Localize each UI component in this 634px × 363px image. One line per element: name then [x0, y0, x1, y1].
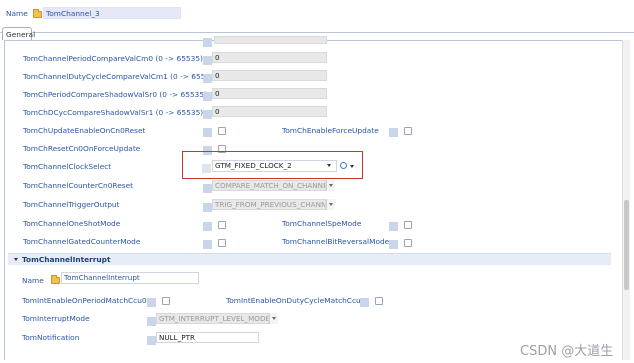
interrupt-section-title: TomChannelInterrupt	[22, 255, 111, 264]
interrupt-section-header[interactable]: TomChannelInterrupt	[8, 253, 611, 265]
chevron-down-icon[interactable]	[350, 165, 354, 168]
duty-cycle-cm1-label: TomChannelDutyCycleCompareValCm1 (0 -> 6…	[23, 72, 218, 81]
name-field[interactable]: TomChannel_3	[43, 7, 181, 19]
period-shadow-sr0-label: TomChPeriodCompareShadowValSr0 (0 -> 655…	[23, 90, 207, 99]
name-label: Name	[6, 9, 28, 18]
param-icon	[203, 92, 212, 101]
bit-reversal-label: TomChannelBitReversalMode	[282, 237, 390, 246]
interrupt-name-field[interactable]: TomChannelInterrupt	[61, 272, 199, 284]
param-icon	[389, 222, 398, 231]
period-match-label: TomIntEnableOnPeriodMatchCcu0	[22, 296, 147, 305]
trigger-output-dropdown[interactable]: TRIG_FROM_PREVIOUS_CHANNEL	[212, 199, 326, 210]
spe-mode-label: TomChannelSpeMode	[282, 219, 362, 228]
param-icon	[203, 240, 212, 249]
vertical-scrollbar[interactable]	[622, 40, 630, 360]
chevron-down-icon[interactable]	[326, 199, 335, 210]
duty-match-checkbox[interactable]	[375, 297, 383, 305]
param-icon	[202, 164, 211, 173]
counter-reset-dropdown[interactable]: COMPARE_MATCH_ON_CHANNEL	[212, 180, 326, 191]
link-icon[interactable]	[340, 162, 347, 169]
bit-reversal-checkbox[interactable]	[404, 239, 412, 247]
folder-icon	[51, 275, 60, 284]
scrollbar-thumb[interactable]	[624, 200, 629, 290]
force-update-checkbox[interactable]	[404, 127, 412, 135]
one-shot-label: TomChannelOneShotMode	[23, 219, 121, 228]
param-icon	[147, 336, 156, 345]
counter-reset-label: TomChannelCounterCn0Reset	[23, 181, 134, 190]
param-icon	[389, 128, 398, 137]
chevron-down-icon[interactable]	[327, 164, 331, 167]
update-enable-label: TomChUpdateEnableOnCn0Reset	[23, 126, 146, 135]
period-shadow-sr0-field[interactable]: 0	[212, 88, 327, 99]
chevron-down-icon[interactable]	[326, 180, 335, 191]
period-compare-cm0-field[interactable]: 0	[212, 52, 327, 63]
param-icon	[203, 56, 212, 65]
tab-general-label: General	[6, 30, 36, 39]
param-icon	[389, 240, 398, 249]
param-icon	[147, 298, 156, 307]
one-shot-checkbox[interactable]	[218, 221, 226, 229]
tab-bar	[0, 32, 634, 33]
param-icon	[147, 317, 156, 326]
param-icon	[203, 184, 212, 193]
partial-field[interactable]	[214, 36, 327, 44]
clock-select-label: TomChannelClockSelect	[23, 162, 112, 171]
param-icon	[203, 110, 212, 119]
period-match-checkbox[interactable]	[162, 297, 170, 305]
trigger-output-value: TRIG_FROM_PREVIOUS_CHANNEL	[215, 200, 326, 209]
trigger-output-label: TomChannelTriggerOutput	[23, 200, 120, 209]
param-icon	[203, 128, 212, 137]
gated-counter-checkbox[interactable]	[218, 239, 226, 247]
force-update-label: TomChEnableForceUpdate	[282, 126, 379, 135]
duty-match-label: TomIntEnableOnDutyCycleMatchCcu1	[226, 296, 366, 305]
dcyc-shadow-sr1-label: TomChDCycCompareShadowValSr1 (0 -> 65535…	[23, 108, 204, 117]
folder-icon	[33, 9, 42, 18]
interrupt-mode-label: TomInterruptMode	[22, 314, 90, 323]
period-compare-cm0-label: TomChannelPeriodCompareValCm0 (0 -> 6553…	[23, 54, 203, 63]
chevron-down-icon[interactable]	[269, 313, 278, 324]
gated-counter-label: TomChannelGatedCounterMode	[23, 237, 141, 246]
notification-label: TomNotification	[22, 333, 80, 342]
watermark: CSDN @大道生	[520, 344, 614, 359]
interrupt-mode-value: GTM_INTERRUPT_LEVEL_MODE	[159, 314, 269, 323]
param-icon	[203, 203, 212, 212]
interrupt-mode-dropdown[interactable]: GTM_INTERRUPT_LEVEL_MODE	[156, 313, 269, 324]
spe-mode-checkbox[interactable]	[404, 221, 412, 229]
reset-cn0-label: TomChResetCn0OnForceUpdate	[23, 144, 141, 153]
param-icon	[203, 38, 212, 47]
update-enable-checkbox[interactable]	[218, 127, 226, 135]
param-icon	[360, 298, 369, 307]
clock-select-value: GTM_FIXED_CLOCK_2	[215, 161, 292, 170]
interrupt-name-label: Name	[22, 276, 44, 285]
triangle-down-icon[interactable]	[14, 258, 18, 261]
name-value: TomChannel_3	[46, 9, 100, 18]
param-icon	[203, 74, 212, 83]
clock-select-dropdown[interactable]: GTM_FIXED_CLOCK_2	[212, 160, 337, 172]
duty-cycle-cm1-field[interactable]: 0	[212, 70, 327, 81]
counter-reset-value: COMPARE_MATCH_ON_CHANNEL	[215, 181, 326, 190]
dcyc-shadow-sr1-field[interactable]: 0	[212, 106, 327, 117]
param-icon	[203, 222, 212, 231]
tab-general[interactable]: General	[2, 27, 36, 40]
notification-field[interactable]: NULL_PTR	[156, 332, 259, 343]
